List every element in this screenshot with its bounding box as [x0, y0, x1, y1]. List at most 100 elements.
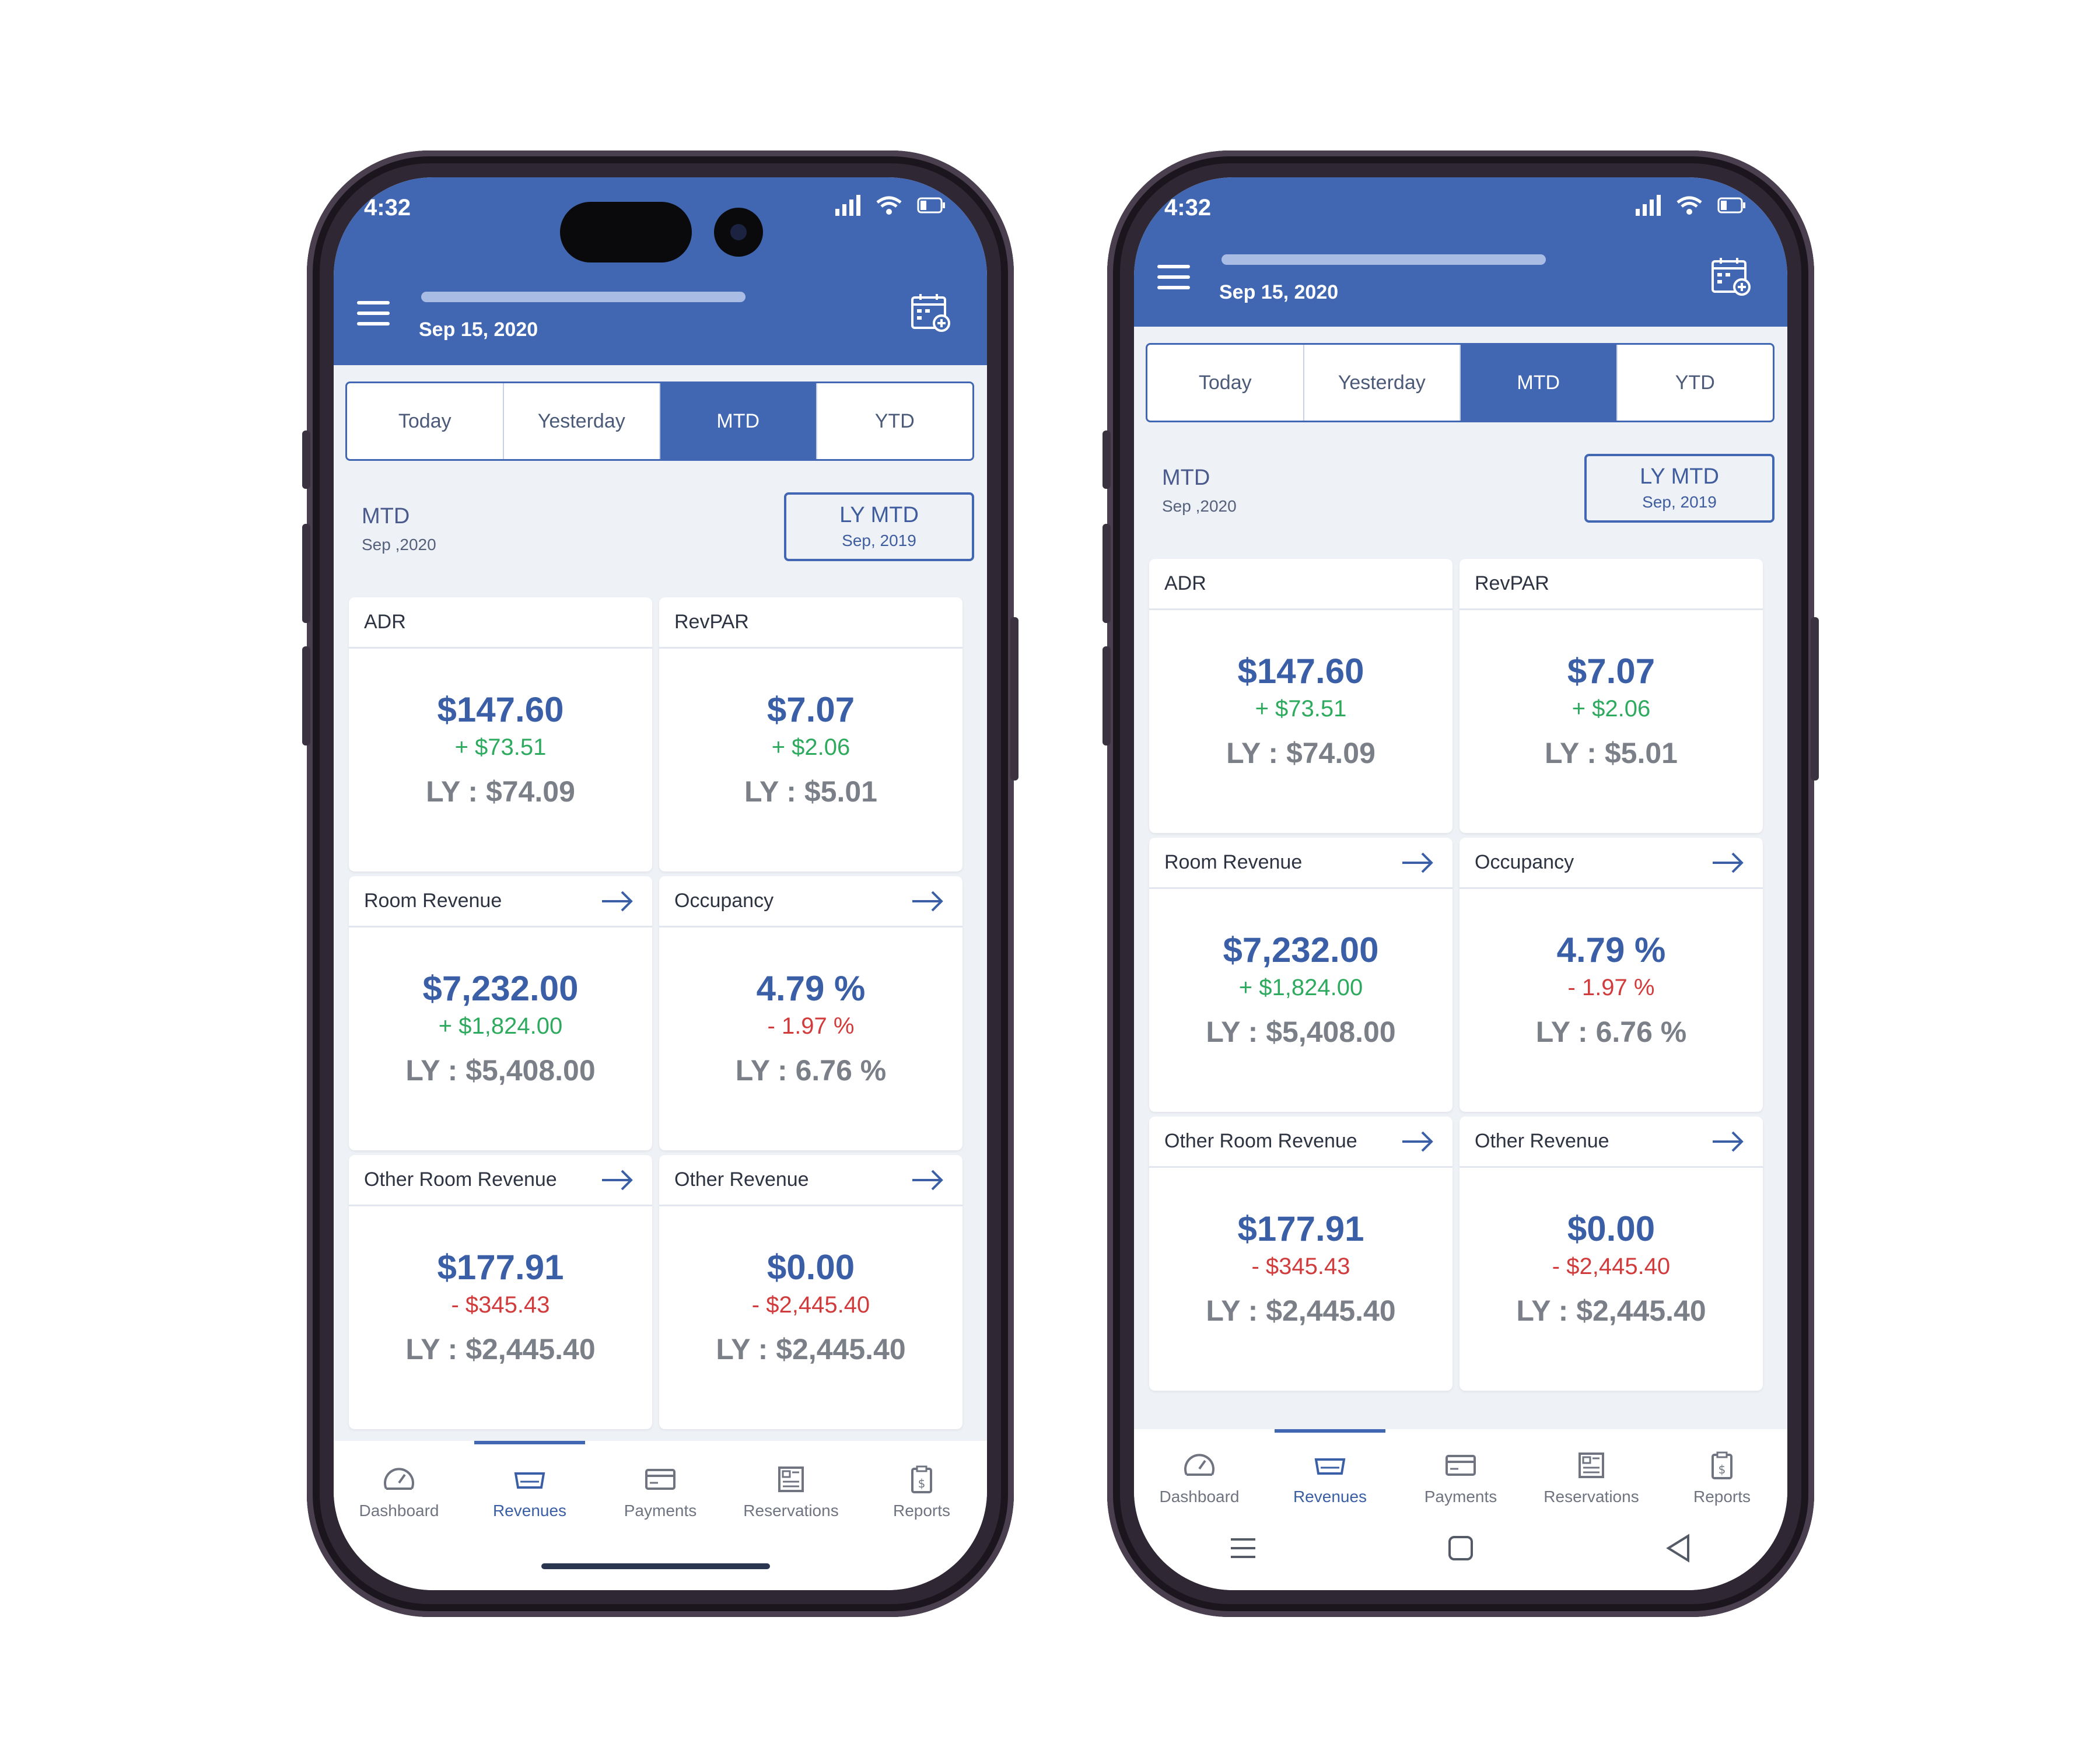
card-delta: - $2,445.40: [751, 1292, 870, 1318]
bottom-nav: Dashboard Revenues Payments Reservations…: [1134, 1429, 1787, 1590]
menu-icon[interactable]: [357, 301, 390, 327]
arrow-right-icon[interactable]: [601, 1168, 634, 1192]
home-icon[interactable]: [1446, 1534, 1475, 1563]
metric-card-revpar[interactable]: RevPAR $7.07 + $2.06 LY : $5.01: [1460, 559, 1763, 833]
card-value: $7.07: [766, 690, 855, 729]
calendar-add-icon[interactable]: [1710, 256, 1751, 296]
metric-card-other-room-revenue[interactable]: Other Room Revenue $177.91 - $345.43 LY …: [1149, 1116, 1452, 1391]
nav-revenues[interactable]: Revenues: [464, 1441, 595, 1590]
svg-text:$: $: [1718, 1462, 1726, 1476]
reports-icon: $: [1712, 1451, 1732, 1479]
calendar-add-icon[interactable]: [910, 292, 951, 332]
card-title: Other Revenue: [1475, 1130, 1609, 1152]
card-title: Occupancy: [1475, 851, 1574, 873]
power-button: [1010, 617, 1019, 780]
card-value: 4.79 %: [756, 969, 866, 1008]
card-title: Other Room Revenue: [1164, 1130, 1357, 1152]
metric-card-room-revenue[interactable]: Room Revenue $7,232.00 + $1,824.00 LY : …: [1149, 838, 1452, 1112]
ly-mtd-button[interactable]: LY MTD Sep, 2019: [1584, 454, 1774, 523]
metric-card-adr[interactable]: ADR $147.60 + $73.51 LY : $74.09: [349, 597, 652, 872]
nav-reports[interactable]: $ Reports: [1657, 1451, 1787, 1590]
title-placeholder-bar: [1222, 254, 1546, 265]
nav-reports[interactable]: $ Reports: [856, 1465, 987, 1590]
menu-icon[interactable]: [1157, 265, 1190, 290]
status-time: 4:32: [364, 195, 411, 220]
header-date: Sep 15, 2020: [1219, 281, 1339, 303]
card-delta: - 1.97 %: [1567, 975, 1655, 1000]
tab-ytd[interactable]: YTD: [817, 383, 973, 459]
nav-reservations[interactable]: Reservations: [1526, 1451, 1657, 1590]
ly-mtd-sub: Sep, 2019: [842, 531, 916, 550]
nav-reservations[interactable]: Reservations: [726, 1465, 856, 1590]
recents-icon[interactable]: [1228, 1534, 1258, 1563]
tab-mtd[interactable]: MTD: [660, 383, 817, 459]
arrow-right-icon[interactable]: [911, 1168, 944, 1192]
back-icon[interactable]: [1664, 1534, 1693, 1563]
volume-down-button: [1102, 646, 1111, 746]
nav-label: Revenues: [492, 1502, 567, 1520]
side-button: [302, 430, 310, 489]
nav-dashboard[interactable]: Dashboard: [1134, 1451, 1265, 1590]
metric-card-adr[interactable]: ADR $147.60 + $73.51 LY : $74.09: [1149, 559, 1452, 833]
card-title: ADR: [364, 611, 406, 633]
arrow-right-icon[interactable]: [911, 890, 944, 913]
home-indicator[interactable]: [541, 1563, 770, 1569]
arrow-right-icon[interactable]: [1401, 1130, 1434, 1153]
card-value: $7,232.00: [422, 969, 579, 1008]
tab-today[interactable]: Today: [347, 383, 504, 459]
app-header: 4:32 Sep 15, 2020: [1134, 177, 1787, 327]
iphone-frame: 4:32 Sep 15, 2020 Today Yesterday MTD YT…: [302, 150, 1019, 1617]
card-value: $147.60: [1237, 652, 1364, 691]
tab-yesterday[interactable]: Yesterday: [1304, 345, 1461, 421]
reservations-icon: [1578, 1452, 1604, 1478]
app-screen: 4:32 Sep 15, 2020 Today Yesterday MTD YT…: [334, 177, 987, 1590]
period-label: MTD: [1162, 466, 1210, 490]
nav-revenues[interactable]: Revenues: [1265, 1429, 1395, 1590]
metric-card-other-revenue[interactable]: Other Revenue $0.00 - $2,445.40 LY : $2,…: [1460, 1116, 1763, 1391]
nav-payments[interactable]: Payments: [595, 1465, 726, 1590]
card-value: $0.00: [766, 1248, 855, 1287]
dashboard-icon: [1184, 1454, 1214, 1476]
metric-card-occupancy[interactable]: Occupancy 4.79 % - 1.97 % LY : 6.76 %: [659, 876, 963, 1150]
arrow-right-icon[interactable]: [1712, 1130, 1744, 1153]
card-delta: + $2.06: [1572, 696, 1651, 722]
card-ly: LY : $2,445.40: [716, 1333, 906, 1366]
power-button: [1811, 617, 1819, 780]
nav-label: Revenues: [1293, 1488, 1367, 1506]
metric-card-other-revenue[interactable]: Other Revenue $0.00 - $2,445.40 LY : $2,…: [659, 1155, 963, 1429]
metric-card-occupancy[interactable]: Occupancy 4.79 % - 1.97 % LY : 6.76 %: [1460, 838, 1763, 1112]
reports-icon: $: [911, 1465, 932, 1493]
card-title: ADR: [1164, 572, 1206, 594]
ly-mtd-sub: Sep, 2019: [1642, 493, 1717, 511]
wifi-icon: [1676, 196, 1702, 215]
status-time: 4:32: [1164, 195, 1212, 220]
signal-icon: [835, 195, 860, 216]
card-title: RevPAR: [674, 611, 749, 633]
card-delta: - $2,445.40: [1552, 1254, 1671, 1279]
arrow-right-icon[interactable]: [1401, 851, 1434, 874]
card-delta: - $345.43: [1251, 1254, 1350, 1279]
card-value: $147.60: [437, 690, 564, 729]
nav-label: Payments: [1424, 1488, 1497, 1506]
tab-ytd[interactable]: YTD: [1618, 345, 1773, 421]
ly-mtd-label: LY MTD: [839, 503, 919, 527]
card-ly: LY : $2,445.40: [405, 1333, 596, 1366]
revenues-icon: [514, 1472, 545, 1489]
app-header: 4:32 Sep 15, 2020: [334, 177, 987, 365]
arrow-right-icon[interactable]: [1712, 851, 1744, 874]
nav-dashboard[interactable]: Dashboard: [334, 1465, 464, 1590]
metric-card-revpar[interactable]: RevPAR $7.07 + $2.06 LY : $5.01: [659, 597, 963, 872]
ly-mtd-button[interactable]: LY MTD Sep, 2019: [784, 492, 974, 561]
ly-mtd-label: LY MTD: [1640, 464, 1719, 489]
tab-mtd[interactable]: MTD: [1461, 345, 1618, 421]
tab-today[interactable]: Today: [1147, 345, 1304, 421]
active-nav-indicator: [474, 1441, 585, 1444]
card-title: Room Revenue: [1164, 851, 1303, 873]
tab-yesterday[interactable]: Yesterday: [504, 383, 660, 459]
metric-card-room-revenue[interactable]: Room Revenue $7,232.00 + $1,824.00 LY : …: [349, 876, 652, 1150]
card-ly: LY : $5,408.00: [1206, 1016, 1396, 1048]
card-ly: LY : $5.01: [744, 775, 877, 808]
arrow-right-icon[interactable]: [601, 890, 634, 913]
nav-payments[interactable]: Payments: [1395, 1451, 1526, 1590]
metric-card-other-room-revenue[interactable]: Other Room Revenue $177.91 - $345.43 LY …: [349, 1155, 652, 1429]
